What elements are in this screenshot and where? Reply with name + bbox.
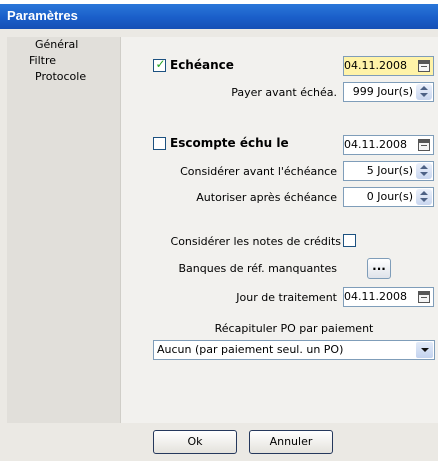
chevron-down-icon[interactable] [416, 342, 433, 358]
echeance-date-field[interactable]: 04.11.2008 [343, 56, 434, 76]
escompte-checkbox[interactable] [153, 137, 166, 150]
processing-day-label: Jour de traitement [236, 291, 337, 304]
cancel-button[interactable]: Annuler [249, 430, 333, 454]
missing-banks-label: Banques de réf. manquantes [178, 262, 337, 275]
pay-before-label: Payer avant échéa. [231, 86, 337, 99]
escompte-date-field[interactable]: 04.11.2008 [343, 135, 434, 155]
allow-after-label: Autoriser après échéance [196, 191, 337, 204]
po-summary-label: Récapituler PO par paiement [214, 322, 374, 335]
echeance-label: Echéance [170, 58, 234, 72]
consider-before-stepper[interactable]: 5 Jour(s) [343, 161, 434, 181]
escompte-label: Escompte échu le [170, 136, 289, 150]
spin-arrows-icon[interactable] [416, 84, 432, 100]
spin-arrows-icon[interactable] [416, 163, 432, 179]
missing-banks-browse-button[interactable]: ... [367, 258, 391, 279]
calendar-icon[interactable] [418, 291, 430, 303]
echeance-checkbox[interactable]: ✓ [153, 57, 166, 72]
calendar-icon[interactable] [418, 60, 430, 72]
credit-notes-label: Considérer les notes de crédits [170, 235, 341, 248]
processing-day-date-field[interactable]: 04.11.2008 [343, 287, 434, 307]
sidebar-item-protocol[interactable]: Protocole [35, 70, 86, 83]
sidebar-item-filter[interactable]: Filtre [29, 54, 56, 67]
title-bar: Paramètres [0, 4, 438, 29]
sidebar-item-general[interactable]: Général [35, 38, 78, 51]
check-mark-icon: ✓ [155, 57, 166, 71]
credit-notes-checkbox[interactable] [343, 234, 356, 247]
allow-after-stepper[interactable]: 0 Jour(s) [343, 187, 434, 207]
consider-before-label: Considérer avant l'échéance [180, 165, 337, 178]
spin-arrows-icon[interactable] [416, 189, 432, 205]
sidebar: Général Filtre Protocole [7, 37, 121, 423]
pay-before-stepper[interactable]: 999 Jour(s) [343, 82, 434, 102]
ok-button[interactable]: Ok [153, 430, 237, 454]
window-title: Paramètres [7, 8, 78, 23]
calendar-icon[interactable] [418, 139, 430, 151]
po-summary-dropdown[interactable]: Aucun (par paiement seul. un PO) [153, 340, 435, 360]
